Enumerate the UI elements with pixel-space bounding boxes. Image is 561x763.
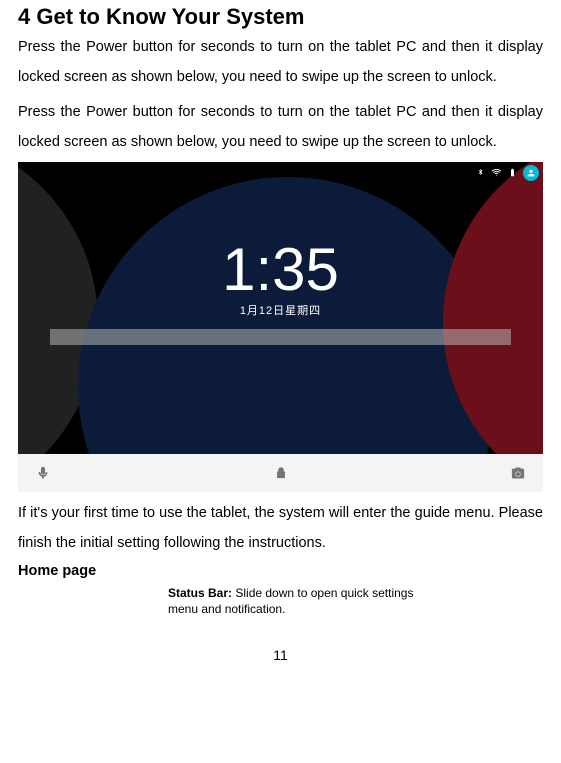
caption-label: Status Bar:	[168, 586, 235, 600]
section-heading: 4 Get to Know Your System	[18, 4, 543, 30]
paragraph-2: Press the Power button for seconds to tu…	[18, 97, 543, 158]
lockscreen-clock: 1:35 1月12日星期四	[222, 240, 339, 318]
bluetooth-icon	[476, 168, 485, 177]
status-bar[interactable]	[18, 162, 543, 184]
clock-date: 1月12日星期四	[222, 302, 339, 318]
wallpaper	[18, 162, 543, 492]
paragraph-3: If it's your first time to use the table…	[18, 498, 543, 559]
lockscreen-bottom-bar	[18, 454, 543, 492]
wifi-icon	[491, 167, 502, 178]
lockscreen-figure: 1:35 1月12日星期四	[18, 162, 543, 492]
status-bar-caption: Status Bar: Slide down to open quick set…	[168, 585, 428, 617]
user-avatar-icon[interactable]	[523, 165, 539, 181]
paragraph-1: Press the Power button for seconds to tu…	[18, 32, 543, 93]
voice-icon[interactable]	[36, 466, 50, 480]
page-number: 11	[18, 647, 543, 663]
battery-icon	[508, 168, 517, 177]
clock-time: 1:35	[222, 240, 339, 300]
notification-bar[interactable]	[50, 329, 511, 345]
subheading-home-page: Home page	[18, 563, 543, 579]
camera-icon[interactable]	[511, 466, 525, 480]
lock-icon[interactable]	[274, 466, 288, 480]
